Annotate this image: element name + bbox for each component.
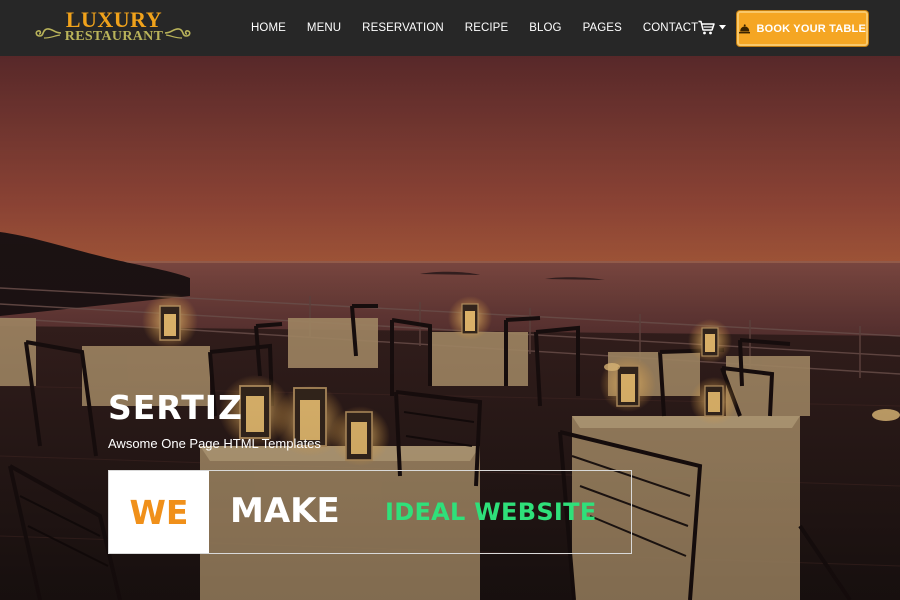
book-your-table-label: BOOK YOUR TABLE <box>756 22 866 35</box>
tagline-word-ideal-website: IDEAL WEBSITE <box>385 498 597 526</box>
hero-tagline-box: WE MAKE IDEAL WEBSITE <box>108 470 632 554</box>
logo-text-restaurant: RESTAURANT <box>64 29 164 44</box>
nav-item-contact[interactable]: CONTACT <box>643 22 698 34</box>
tagline-highlight-box: WE <box>109 471 209 553</box>
shopping-cart-icon <box>698 20 715 35</box>
hero-title: SERTIZ <box>108 388 243 427</box>
top-navbar: LUXURY RESTAURANT HOME MENU RESERVATION … <box>0 0 900 56</box>
restaurant-logo[interactable]: LUXURY RESTAURANT <box>32 9 194 47</box>
nav-item-recipe[interactable]: RECIPE <box>465 22 508 34</box>
nav-item-blog[interactable]: BLOG <box>529 22 561 34</box>
logo-text-luxury: LUXURY <box>65 7 163 32</box>
caret-down-icon <box>719 25 726 30</box>
tagline-word-we: WE <box>129 492 189 532</box>
logo-flourish-right-icon <box>164 28 191 39</box>
hero-subtitle: Awsome One Page HTML Templates <box>108 436 321 451</box>
nav-item-home[interactable]: HOME <box>251 22 286 34</box>
cart-dropdown[interactable] <box>698 20 726 36</box>
nav-item-reservation[interactable]: RESERVATION <box>362 22 444 34</box>
service-bell-icon <box>739 23 751 33</box>
nav-item-menu[interactable]: MENU <box>307 22 341 34</box>
book-your-table-button[interactable]: BOOK YOUR TABLE <box>737 11 868 46</box>
hero-section: SERTIZ Awsome One Page HTML Templates WE… <box>0 56 900 600</box>
nav-item-pages[interactable]: PAGES <box>583 22 622 34</box>
tagline-word-make: MAKE <box>230 491 340 531</box>
main-nav: HOME MENU RESERVATION RECIPE BLOG PAGES … <box>251 0 698 56</box>
